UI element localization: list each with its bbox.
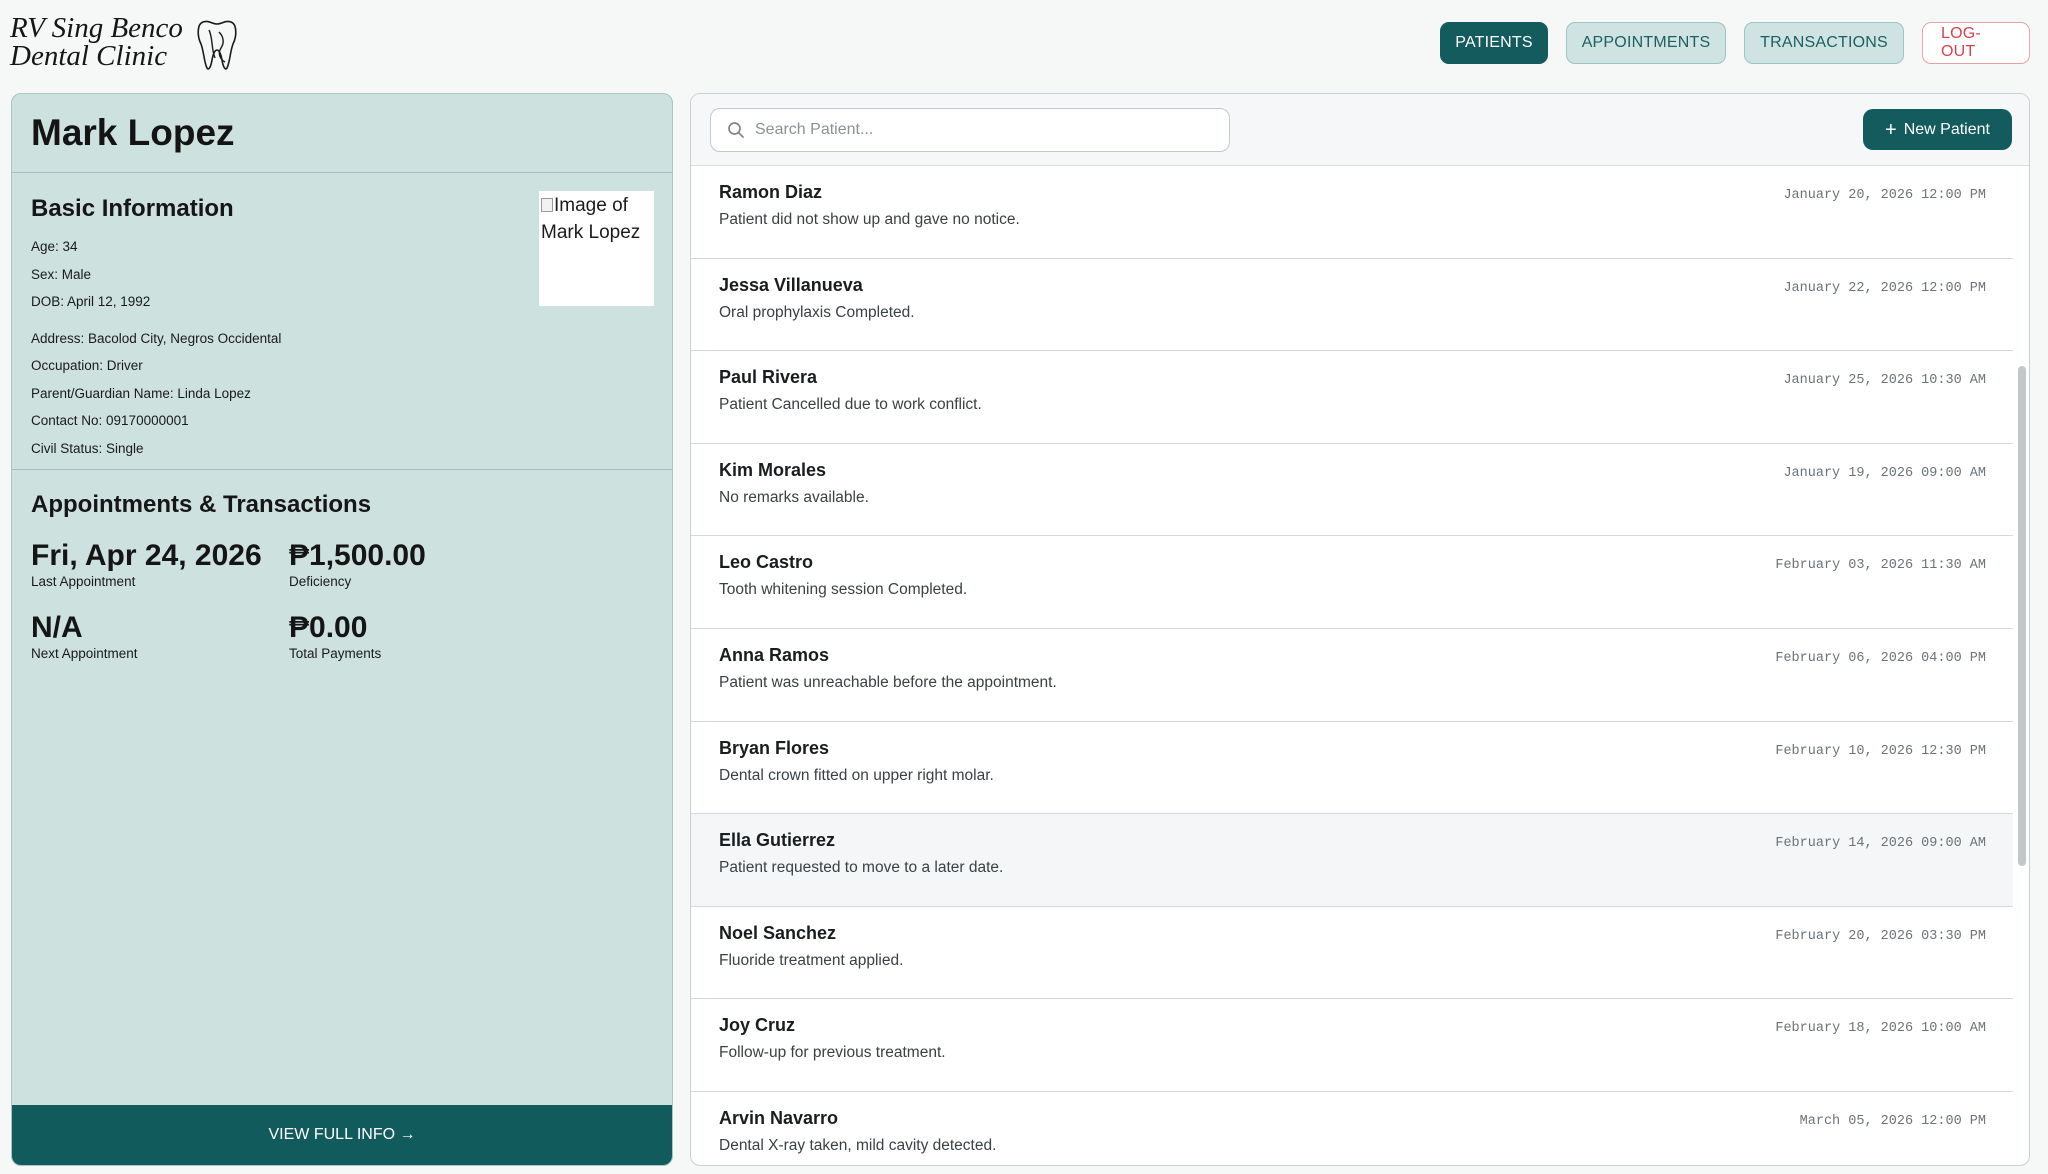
list-item[interactable]: Ella Gutierrez Patient requested to move… [691,814,2013,907]
total-payments-value: ₱0.00 [289,611,368,644]
row-date: January 22, 2026 12:00 PM [1783,280,1986,296]
logout-button[interactable]: LOG-OUT [1922,22,2030,64]
patient-photo-alt: Image of Mark Lopez [541,195,641,243]
plus-icon: + [1885,118,1897,141]
list-item[interactable]: Ramon Diaz Patient did not show up and g… [691,166,2013,259]
appointments-transactions-section: Appointments & Transactions Fri, Apr 24,… [12,470,672,661]
patient-occupation: Occupation: Driver [31,358,143,373]
row-remark: Patient Cancelled due to work conflict. [719,396,982,414]
row-remark: Dental X-ray taken, mild cavity detected… [719,1136,997,1154]
patient-guardian: Parent/Guardian Name: Linda Lopez [31,385,251,401]
search-box[interactable] [710,108,1230,152]
patient-list-panel: + New Patient Ramon Diaz Patient did not… [690,93,2030,1166]
list-scrollbar[interactable] [2018,366,2026,866]
app-header: RV Sing Benco Dental Clinic PATIENTS APP… [0,0,2048,88]
row-remark: Tooth whitening session Completed. [719,581,968,599]
row-date: February 14, 2026 09:00 AM [1775,836,1986,852]
patient-civil-status: Civil Status: Single [31,440,144,456]
row-remark: Fluoride treatment applied. [719,951,904,969]
list-item[interactable]: Leo Castro Tooth whitening session Compl… [691,536,2013,629]
new-patient-label: New Patient [1903,120,1990,138]
next-appointment-value: N/A [31,611,83,644]
main-nav: PATIENTS APPOINTMENTS TRANSACTIONS LOG-O… [1440,22,2030,64]
row-remark: Dental crown fitted on upper right molar… [719,766,994,784]
patient-photo: Image of Mark Lopez [539,191,654,306]
list-item[interactable]: Noel Sanchez Fluoride treatment applied.… [691,907,2013,1000]
last-appointment-value: Fri, Apr 24, 2026 [31,539,262,572]
patient-list: Ramon Diaz Patient did not show up and g… [691,166,2029,1165]
basic-info-section: Basic Information Age: 34 Sex: Male DOB:… [12,173,672,470]
clinic-name: RV Sing Benco Dental Clinic [10,12,183,72]
nav-transactions-button[interactable]: TRANSACTIONS [1744,22,1904,64]
stats-grid: Fri, Apr 24, 2026 Last Appointment ₱1,50… [31,539,653,661]
list-item[interactable]: Anna Ramos Patient was unreachable befor… [691,629,2013,722]
clinic-logo[interactable]: RV Sing Benco Dental Clinic [10,14,239,74]
patient-name: Mark Lopez [12,94,672,173]
deficiency-value: ₱1,500.00 [289,539,426,572]
search-input[interactable] [755,121,1225,139]
total-payments-label: Total Payments [289,646,382,661]
list-item[interactable]: Joy Cruz Follow-up for previous treatmen… [691,999,2013,1092]
clinic-name-line1: RV Sing Benco [10,12,183,44]
row-remark: No remarks available. [719,488,869,506]
row-remark: Patient was unreachable before the appoi… [719,673,1057,691]
list-item[interactable]: Kim Morales No remarks available. Januar… [691,444,2013,537]
last-appointment-stat: Fri, Apr 24, 2026 Last Appointment [31,539,289,589]
new-patient-button[interactable]: + New Patient [1863,109,2012,150]
view-full-info-button[interactable]: VIEW FULL INFO → [12,1105,672,1165]
row-date: February 20, 2026 03:30 PM [1775,928,1986,944]
row-remark: Patient requested to move to a later dat… [719,859,1004,877]
patient-contact: Contact No: 09170000001 [31,413,189,428]
row-date: January 19, 2026 09:00 AM [1783,465,1986,481]
row-date: January 25, 2026 10:30 AM [1783,373,1986,389]
tooth-logo-icon [197,20,237,70]
row-date: January 20, 2026 12:00 PM [1783,188,1986,203]
row-date: February 18, 2026 10:00 AM [1775,1021,1986,1037]
row-remark: Follow-up for previous treatment. [719,1044,946,1062]
list-item[interactable]: Bryan Flores Dental crown fitted on uppe… [691,722,2013,815]
last-appointment-label: Last Appointment [31,574,136,589]
list-item[interactable]: Paul Rivera Patient Cancelled due to wor… [691,351,2013,444]
list-toolbar: + New Patient [691,94,2029,166]
list-item[interactable]: Arvin Navarro Dental X-ray taken, mild c… [691,1092,2013,1165]
row-date: February 03, 2026 11:30 AM [1775,558,1986,574]
row-date: February 06, 2026 04:00 PM [1775,650,1986,666]
search-icon [728,122,744,138]
row-date: March 05, 2026 12:00 PM [1799,1113,1986,1129]
deficiency-stat: ₱1,500.00 Deficiency [289,539,539,589]
row-patient-name: Arvin Navarro [719,1107,839,1128]
patient-address: Address: Bacolod City, Negros Occidental [31,330,282,346]
next-appointment-stat: N/A Next Appointment [31,611,289,661]
total-payments-stat: ₱0.00 Total Payments [289,611,539,661]
row-remark: Oral prophylaxis Completed. [719,303,915,321]
appointments-transactions-title: Appointments & Transactions [31,491,372,518]
patient-detail-panel: Mark Lopez Basic Information Age: 34 Sex… [11,93,673,1166]
deficiency-label: Deficiency [289,574,352,589]
nav-appointments-button[interactable]: APPOINTMENTS [1566,22,1726,64]
nav-patients-button[interactable]: PATIENTS [1440,22,1548,64]
next-appointment-label: Next Appointment [31,646,138,661]
broken-image-icon [541,198,553,212]
row-date: February 10, 2026 12:30 PM [1775,743,1986,759]
clinic-name-line2: Dental Clinic [10,40,168,72]
row-remark: Patient did not show up and gave no noti… [719,211,1020,228]
list-item[interactable]: Jessa Villanueva Oral prophylaxis Comple… [691,259,2013,352]
